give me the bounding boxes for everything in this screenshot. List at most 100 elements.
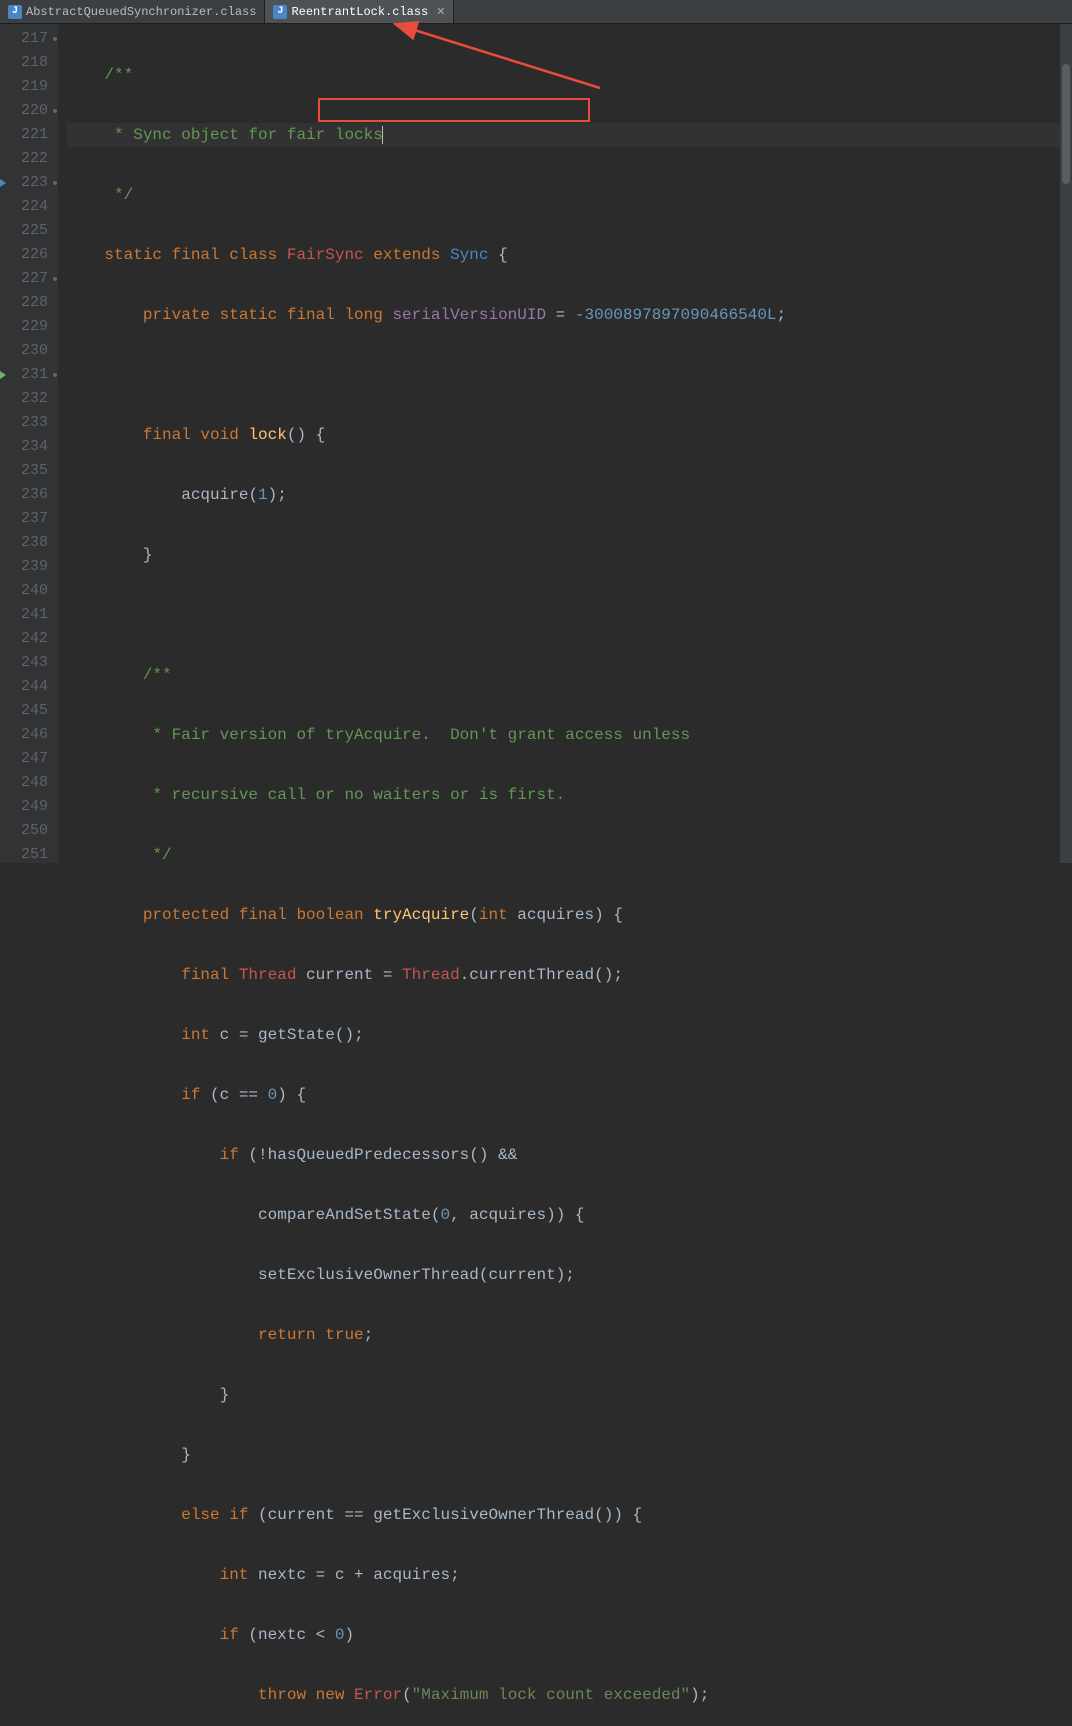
line-number: 233 [0,411,58,435]
line-number: 220 [0,99,58,123]
line-number: 231 [0,363,58,387]
code-text: Sync [450,246,488,264]
code-text: ); [690,1686,709,1704]
code-text: getState [258,1026,335,1044]
code-text: getExclusiveOwnerThread [373,1506,594,1524]
line-number: 246 [0,723,58,747]
line-number: 224 [0,195,58,219]
line-number: 243 [0,651,58,675]
code-text: (c == [200,1086,267,1104]
code-area[interactable]: /** * Sync object for fair locks */ stat… [58,24,1072,863]
code-text: currentThread [469,966,594,984]
code-text: ( [469,906,479,924]
line-number: 247 [0,747,58,771]
code-text: if [66,1146,239,1164]
line-number: 217 [0,27,58,51]
java-class-icon: J [273,5,287,19]
java-class-icon: J [8,5,22,19]
code-text: 0 [335,1626,345,1644]
code-text: (); [335,1026,364,1044]
code-text: nextc = c + acquires; [248,1566,459,1584]
code-text: ); [268,486,287,504]
line-number: 218 [0,51,58,75]
code-text: protected final boolean [66,906,373,924]
line-number: 225 [0,219,58,243]
line-number: 235 [0,459,58,483]
close-icon[interactable]: ✕ [436,5,445,19]
code-text: Error [354,1686,402,1704]
line-number: 219 [0,75,58,99]
code-text: ) { [277,1086,306,1104]
code-text: (! [239,1146,268,1164]
line-number: 245 [0,699,58,723]
line-gutter: 217 218 219 220 221 222 223 224 225 226 … [0,24,58,863]
code-text: /** [66,666,172,684]
code-text: */ [66,846,172,864]
code-text: c = [210,1026,258,1044]
code-text: ) [344,1626,354,1644]
code-text: ) { [594,906,623,924]
code-text: (nextc < [239,1626,335,1644]
code-text: , acquires)) { [450,1206,584,1224]
scrollbar-thumb[interactable] [1062,64,1070,184]
code-text: lock [248,426,286,444]
code-text: compareAndSetState [258,1206,431,1224]
tab-label: AbstractQueuedSynchronizer.class [26,5,256,19]
code-text: Thread [402,966,460,984]
code-text: * Sync object for fair locks [66,126,383,144]
code-text: */ [66,186,133,204]
code-text: /** [66,66,133,84]
line-number: 223 [0,171,58,195]
code-text: 0 [268,1086,278,1104]
line-number: 241 [0,603,58,627]
code-text: (current == [248,1506,373,1524]
code-text: . [460,966,470,984]
code-text [66,486,181,504]
code-text: tryAcquire [373,906,469,924]
code-text: ()) { [594,1506,642,1524]
vertical-scrollbar[interactable] [1060,24,1072,863]
tab-label: ReentrantLock.class [291,5,428,19]
editor-tabs: J AbstractQueuedSynchronizer.class J Ree… [0,0,1072,24]
code-text: return true [66,1326,364,1344]
line-number: 226 [0,243,58,267]
code-text: Thread [239,966,297,984]
code-text: int [479,906,508,924]
code-text: throw new [66,1686,354,1704]
code-text: ( [248,486,258,504]
code-text: (current); [479,1266,575,1284]
line-number: 236 [0,483,58,507]
code-text: () { [287,426,325,444]
line-number: 248 [0,771,58,795]
code-text: current = [296,966,402,984]
code-text: * Fair version of tryAcquire. Don't gran… [66,726,690,744]
tab-abstract-queued-synchronizer[interactable]: J AbstractQueuedSynchronizer.class [0,0,265,23]
tab-reentrant-lock[interactable]: J ReentrantLock.class ✕ [265,0,454,23]
code-text: if [66,1626,239,1644]
code-editor[interactable]: 217 218 219 220 221 222 223 224 225 226 … [0,24,1072,863]
code-text: acquire [181,486,248,504]
code-text: setExclusiveOwnerThread [258,1266,479,1284]
code-text: } [66,1386,229,1404]
code-text: } [66,1446,191,1464]
code-text: final [66,966,239,984]
code-text: FairSync [287,246,364,264]
code-text: (); [594,966,623,984]
code-text: 0 [440,1206,450,1224]
line-number: 239 [0,555,58,579]
code-text: ( [402,1686,412,1704]
line-number: 249 [0,795,58,819]
annotation-red-box [318,98,590,122]
code-text: * recursive call or no waiters or is fir… [66,786,565,804]
code-text: int [66,1566,248,1584]
code-text: if [66,1086,200,1104]
line-number: 230 [0,339,58,363]
code-text [66,1206,258,1224]
code-text: { [488,246,507,264]
code-text: ; [364,1326,374,1344]
line-number: 234 [0,435,58,459]
code-text: () && [469,1146,517,1164]
code-text: int [66,1026,210,1044]
code-text: } [66,546,152,564]
code-text: final void [66,426,248,444]
